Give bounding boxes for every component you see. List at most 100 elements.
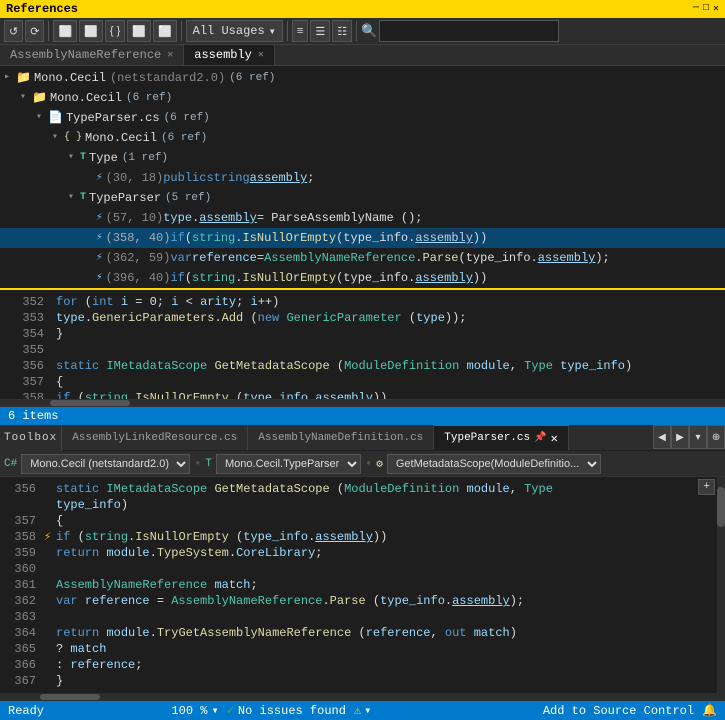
- tree-row-2[interactable]: ▾ 📄 TypeParser.cs (6 ref): [0, 108, 725, 128]
- editor-nav-bar: C# Mono.Cecil (netstandard2.0) • T Mono.…: [0, 451, 725, 477]
- layout-btn3[interactable]: ☷: [332, 20, 352, 42]
- method-dropdown[interactable]: GetMetadataScope(ModuleDefinitio...: [387, 454, 601, 474]
- row-type-10: string: [192, 269, 235, 284]
- editor-section: Toolbox AssemblyLinkedResource.cs Assemb…: [0, 425, 725, 701]
- title-bar: References ─ □ ✕: [0, 0, 725, 18]
- el-365: 365: [4, 641, 36, 657]
- tree-row-7[interactable]: ⚡ (57, 10) type . assembly = ParseAssemb…: [0, 208, 725, 228]
- toolbar-view-btn4[interactable]: ⬜: [153, 20, 177, 42]
- zoom-level[interactable]: 100 % ▾: [171, 703, 218, 718]
- code-line-352: 352 for (int i = 0; i < arity; i++): [0, 294, 725, 310]
- tree-row-5[interactable]: ⚡ (30, 18) public string assembly ;: [0, 168, 725, 188]
- row-rest-7: = ParseAssemblyName ();: [257, 209, 423, 227]
- zoom-label: 100 %: [171, 704, 207, 718]
- tree-row-9[interactable]: ⚡ (362, 59) var reference = AssemblyName…: [0, 248, 725, 268]
- add-to-source-btn[interactable]: Add to Source Control: [543, 704, 694, 718]
- minimize-btn[interactable]: ─: [693, 3, 699, 15]
- close-btn[interactable]: ✕: [713, 3, 719, 15]
- row-kw-9: var: [170, 249, 192, 267]
- row-count-0: (6 ref): [229, 69, 275, 87]
- nav-sep: •: [194, 457, 201, 471]
- editor-line-364: 364 return module.TryGetAssemblyNameRefe…: [0, 625, 725, 641]
- tree-row-8[interactable]: ⚡ (358, 40) if ( string . IsNullOrEmpty …: [0, 228, 725, 248]
- tab-close-1[interactable]: ✕: [258, 49, 264, 61]
- maximize-btn[interactable]: □: [703, 3, 709, 15]
- row-m9: .: [415, 249, 422, 267]
- code-area: 352 for (int i = 0; i < arity; i++) 353 …: [0, 290, 725, 401]
- class-icon-6: T: [80, 189, 86, 207]
- tree-row-10[interactable]: ⚡ (396, 40) if ( string . IsNullOrEmpty …: [0, 268, 725, 284]
- toolbar-refresh-btn[interactable]: ↺: [4, 20, 23, 42]
- scroll-right-btn[interactable]: ▶: [671, 425, 689, 449]
- el-364: 364: [4, 625, 36, 641]
- arrow-4: ▾: [68, 149, 80, 167]
- tab-close-0[interactable]: ✕: [167, 49, 173, 61]
- editor-content: 356 static IMetadataScope GetMetadataSco…: [0, 477, 725, 693]
- bottom-status-bar: Ready 100 % ▾ ✓ No issues found ⚠ ▾ Add …: [0, 701, 725, 720]
- zoom-arrow: ▾: [211, 703, 218, 718]
- el-358: 358: [4, 529, 36, 545]
- ln-356: 356: [8, 358, 44, 374]
- row-asm-7: assembly: [199, 209, 257, 227]
- add-breakpoint-btn[interactable]: +: [698, 479, 715, 495]
- layout-btn1[interactable]: ≡: [292, 20, 308, 42]
- arrow-1: ▾: [20, 89, 32, 107]
- type-dropdown[interactable]: Mono.Cecil.TypeParser: [216, 454, 361, 474]
- namespace-dropdown[interactable]: Mono.Cecil (netstandard2.0): [21, 454, 190, 474]
- toolbar-view-btn1[interactable]: ⬜: [53, 20, 77, 42]
- search-input[interactable]: [379, 20, 559, 42]
- editor-vscroll[interactable]: [717, 477, 725, 693]
- toolbar-view-btn2[interactable]: ⬜: [79, 20, 103, 42]
- el-366: 366: [4, 657, 36, 673]
- editor-vscroll-thumb[interactable]: [717, 487, 725, 527]
- tab-assembly[interactable]: assembly ✕: [184, 45, 275, 65]
- class-icon-nav: C#: [4, 458, 17, 470]
- layout-btn2[interactable]: ☰: [310, 20, 330, 42]
- tree-row-3[interactable]: ▾ { } Mono.Cecil (6 ref): [0, 128, 725, 148]
- ref-icon-9: ⚡: [96, 249, 103, 267]
- code-hscroll[interactable]: [0, 400, 725, 407]
- row-type-8: string: [192, 229, 235, 247]
- toolbar-view-btn3[interactable]: ⬜: [127, 20, 151, 42]
- tree-row-4[interactable]: ▾ T Type (1 ref): [0, 148, 725, 168]
- row-p8a: (: [185, 229, 192, 247]
- usage-dropdown[interactable]: All Usages ▾: [186, 20, 283, 42]
- row-meta-0: (netstandard2.0): [110, 69, 225, 87]
- toolbar-code-btn[interactable]: { }: [105, 20, 125, 42]
- el-357: 357: [4, 513, 36, 529]
- editor-tab-label-2: TypeParser.cs: [444, 432, 530, 444]
- tab-assemblyname-ref[interactable]: AssemblyNameReference ✕: [0, 45, 184, 65]
- ln-358: 358: [8, 390, 44, 401]
- row-kw-10: if: [170, 269, 184, 284]
- tree-row-0[interactable]: ▸ 📁 Mono.Cecil (netstandard2.0) (6 ref): [0, 68, 725, 88]
- row-punct-5: ;: [307, 169, 314, 187]
- editor-line-362: 362 var reference = AssemblyNameReferenc…: [0, 593, 725, 609]
- row-code-7: (57, 10): [106, 209, 164, 227]
- editor-tab-0[interactable]: AssemblyLinkedResource.cs: [62, 425, 248, 450]
- ln-355: 355: [8, 342, 44, 358]
- editor-tab-close-2[interactable]: ✕: [551, 431, 558, 446]
- ln-357: 357: [8, 374, 44, 390]
- tree-row-1[interactable]: ▾ 📁 Mono.Cecil (6 ref): [0, 88, 725, 108]
- code-line-357: 357 {: [0, 374, 725, 390]
- title-label: References: [6, 2, 78, 16]
- editor-tab-pin-2[interactable]: 📌: [534, 432, 546, 444]
- new-hgroup-btn[interactable]: ⊕: [707, 425, 725, 449]
- editor-line-365: 365 ? match: [0, 641, 725, 657]
- editor-line-356b: type_info): [0, 497, 725, 513]
- editor-hscroll[interactable]: [0, 693, 725, 701]
- editor-line-358: 358 ⚡ if (string.IsNullOrEmpty (type_inf…: [0, 529, 725, 545]
- tree-view: ▸ 📁 Mono.Cecil (netstandard2.0) (6 ref) …: [0, 66, 725, 284]
- tree-row-6[interactable]: ▾ T TypeParser (5 ref): [0, 188, 725, 208]
- scroll-left-btn[interactable]: ◀: [653, 425, 671, 449]
- toolbar-sync-btn[interactable]: ⟳: [25, 20, 44, 42]
- editor-line-367: 367 }: [0, 673, 725, 689]
- app-container: References ─ □ ✕ ↺ ⟳ ⬜ ⬜ { } ⬜ ⬜ All Usa…: [0, 0, 725, 720]
- editor-tab-1[interactable]: AssemblyNameDefinition.cs: [248, 425, 434, 450]
- ready-label: Ready: [8, 704, 44, 718]
- checkmark-icon: ✓: [227, 703, 234, 718]
- el-362: 362: [4, 593, 36, 609]
- warnings-btn[interactable]: ⚠ ▾: [354, 703, 371, 718]
- editor-tab-2[interactable]: TypeParser.cs 📌 ✕: [434, 425, 569, 450]
- tab-menu-btn[interactable]: ▾: [689, 425, 707, 449]
